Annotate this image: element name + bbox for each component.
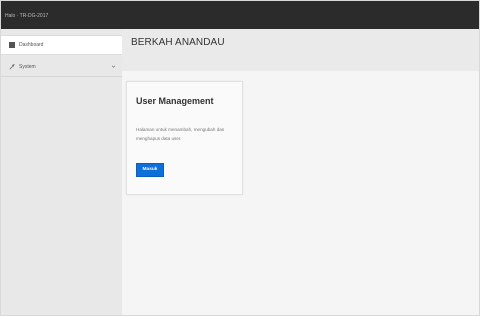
sidebar-item-system[interactable]: System bbox=[1, 57, 122, 77]
chevron-down-icon[interactable] bbox=[111, 64, 116, 69]
app-window: Halo · TR-DG-2017 Dashboard System BERKA… bbox=[0, 0, 480, 316]
sidebar-item-dashboard[interactable]: Dashboard bbox=[1, 35, 122, 55]
card-title: User Management bbox=[136, 96, 214, 106]
sidebar-item-label: Dashboard bbox=[19, 42, 44, 48]
page-title: BERKAH ANANDAU bbox=[131, 37, 225, 48]
wrench-icon bbox=[9, 63, 15, 70]
brand-text[interactable]: Halo · TR-DG-2017 bbox=[5, 11, 48, 21]
main-content: User Management Halaman untuk menambah, … bbox=[122, 71, 479, 315]
sidebar: Dashboard System bbox=[1, 29, 123, 315]
dashboard-icon bbox=[9, 42, 15, 48]
user-management-card: User Management Halaman untuk menambah, … bbox=[126, 81, 243, 195]
sidebar-item-label: System bbox=[19, 63, 36, 70]
enter-button[interactable]: Masuk bbox=[136, 163, 164, 177]
topbar: Halo · TR-DG-2017 bbox=[1, 1, 479, 29]
card-description: Halaman untuk menambah, mengubah dan men… bbox=[136, 127, 225, 141]
page-header: BERKAH ANANDAU bbox=[122, 29, 479, 72]
